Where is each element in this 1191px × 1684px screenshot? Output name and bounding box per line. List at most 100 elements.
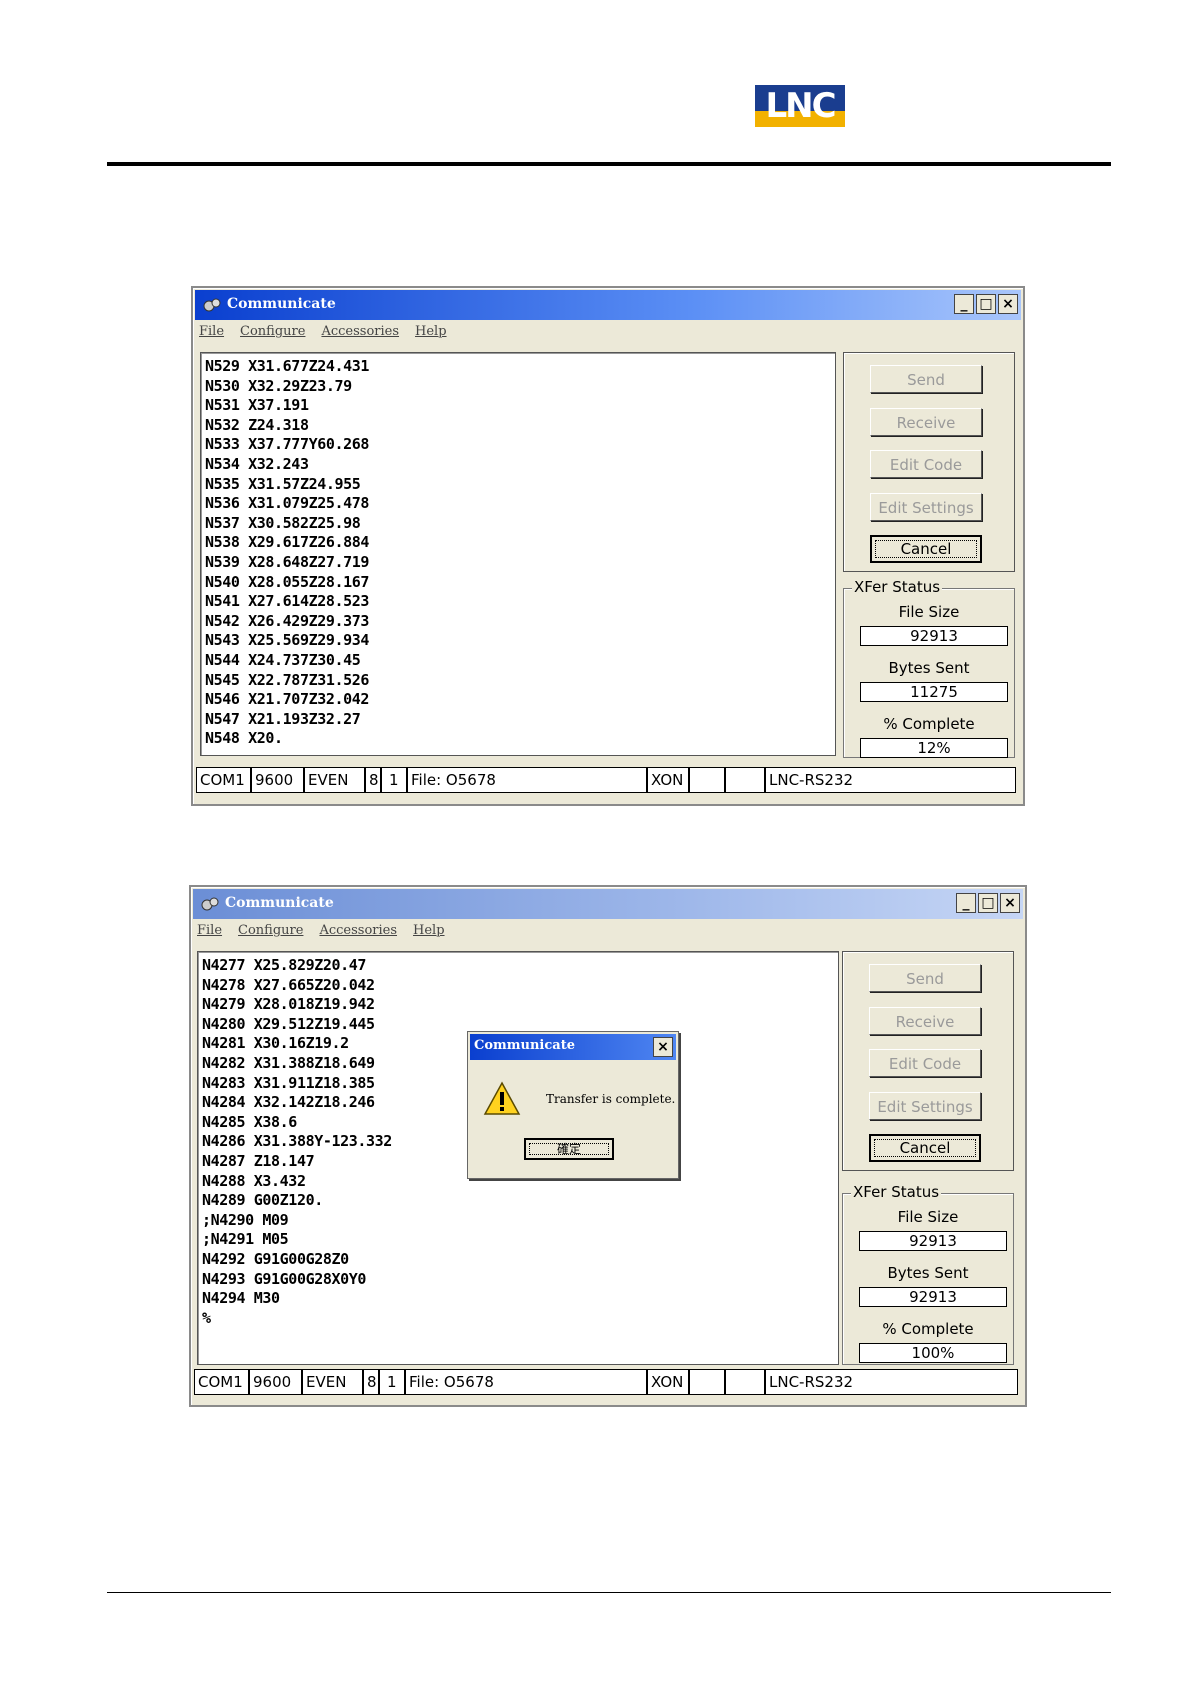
- code-line: N536 X31.079Z25.478: [205, 494, 369, 513]
- code-line: N546 X21.707Z32.042: [205, 690, 369, 709]
- menu-configure[interactable]: Configure: [238, 923, 303, 943]
- code-line: N542 X26.429Z29.373: [205, 611, 369, 630]
- code-line: N4293 G91G00G28X0Y0: [202, 1269, 366, 1288]
- status-empty-2: [726, 1370, 766, 1394]
- code-line: N529 X31.677Z24.431: [205, 357, 369, 375]
- code-line: N4292 G91G00G28Z0: [202, 1249, 349, 1268]
- status-port: COM1: [197, 768, 252, 792]
- edit-code-button[interactable]: Edit Code: [869, 1049, 981, 1077]
- close-icon[interactable]: ×: [653, 1037, 673, 1057]
- file-size-label: File Size: [898, 603, 960, 621]
- status-bar: COM1 9600 EVEN 8 1 File: O5678 XON LNC-R…: [194, 1369, 1018, 1395]
- code-line: N545 X22.787Z31.526: [205, 670, 369, 689]
- window-title: Communicate: [227, 296, 336, 312]
- xfer-status-group: XFer Status File Size 92913 Bytes Sent 9…: [842, 1183, 1014, 1365]
- percent-complete-label: % Complete: [882, 1320, 974, 1338]
- action-panel: Send Receive Edit Code Edit Settings Can…: [843, 352, 1015, 572]
- status-stop-bits: 1: [382, 768, 408, 792]
- menu-bar: File Configure Accessories Help: [199, 324, 447, 344]
- xfer-status-group: XFer Status File Size 92913 Bytes Sent 1…: [843, 578, 1015, 758]
- ok-button[interactable]: 確定: [524, 1138, 614, 1160]
- lnc-logo: LNC: [755, 85, 845, 127]
- status-parity: EVEN: [303, 1370, 364, 1394]
- status-flow: XON: [648, 1370, 690, 1394]
- send-button[interactable]: Send: [869, 964, 981, 992]
- nc-code-view[interactable]: N529 X31.677Z24.431 N530 X32.29Z23.79 N531…: [200, 352, 836, 756]
- close-icon[interactable]: ×: [998, 294, 1018, 314]
- percent-complete-value: 100%: [859, 1343, 1007, 1363]
- menu-configure[interactable]: Configure: [240, 324, 305, 344]
- dialog-title: Communicate: [474, 1038, 575, 1053]
- status-protocol: LNC-RS232: [769, 1373, 854, 1391]
- status-empty-1: [690, 1370, 726, 1394]
- menu-file[interactable]: File: [199, 324, 224, 344]
- status-empty-2: [726, 768, 766, 792]
- close-icon[interactable]: ×: [1000, 893, 1020, 913]
- code-line: N4294 M30: [202, 1289, 280, 1308]
- menu-help[interactable]: Help: [413, 923, 445, 943]
- file-size-label: File Size: [897, 1208, 959, 1226]
- cancel-button[interactable]: Cancel: [870, 535, 982, 563]
- status-data-bits: 8: [364, 1370, 380, 1394]
- code-line: N532 Z24.318: [205, 415, 309, 434]
- bytes-sent-label: Bytes Sent: [888, 659, 970, 677]
- app-icon: [201, 897, 219, 911]
- edit-settings-button[interactable]: Edit Settings: [869, 1092, 981, 1120]
- menu-file[interactable]: File: [197, 923, 222, 943]
- warning-icon: [483, 1081, 521, 1115]
- maximize-icon[interactable]: □: [978, 893, 998, 913]
- code-line: N530 X32.29Z23.79: [205, 376, 352, 395]
- code-line: N535 X31.57Z24.955: [205, 474, 361, 493]
- status-port: COM1: [195, 1370, 250, 1394]
- minimize-icon[interactable]: _: [954, 294, 974, 314]
- bytes-sent-value: 92913: [859, 1287, 1007, 1307]
- dialog-title-bar[interactable]: Communicate ×: [470, 1034, 676, 1060]
- code-line: N533 X37.777Y60.268: [205, 435, 369, 454]
- code-line: ;N4290 M09: [202, 1210, 289, 1229]
- minimize-icon[interactable]: _: [956, 893, 976, 913]
- xfer-status-legend: XFer Status: [852, 578, 943, 596]
- status-baud: 9600: [250, 1370, 303, 1394]
- bytes-sent-label: Bytes Sent: [887, 1264, 969, 1282]
- code-line: N537 X30.582Z25.98: [205, 513, 361, 532]
- status-data-bits: 8: [366, 768, 382, 792]
- code-line: N4278 X27.665Z20.042: [202, 975, 375, 994]
- code-line: N4277 X25.829Z20.47: [202, 956, 366, 974]
- status-empty-1: [690, 768, 726, 792]
- percent-complete-label: % Complete: [883, 715, 975, 733]
- header-rule: [107, 162, 1111, 166]
- menu-accessories[interactable]: Accessories: [321, 324, 399, 344]
- code-line: N540 X28.055Z28.167: [205, 572, 369, 591]
- menu-bar: File Configure Accessories Help: [197, 923, 445, 943]
- status-parity: EVEN: [305, 768, 366, 792]
- edit-code-button[interactable]: Edit Code: [870, 450, 982, 478]
- status-file: File: O5678: [406, 1370, 648, 1394]
- receive-button[interactable]: Receive: [870, 408, 982, 436]
- send-button[interactable]: Send: [870, 365, 982, 393]
- file-size-value: 92913: [859, 1231, 1007, 1251]
- footer-rule: [107, 1592, 1111, 1593]
- title-bar[interactable]: Communicate _ □ ×: [193, 889, 1023, 919]
- status-baud: 9600: [252, 768, 305, 792]
- communicate-window-sending: Communicate _ □ × File Configure Accesso…: [191, 286, 1025, 806]
- percent-complete-value: 12%: [860, 738, 1008, 758]
- edit-settings-button[interactable]: Edit Settings: [870, 493, 982, 521]
- dialog-message: Transfer is complete.: [546, 1092, 676, 1106]
- status-bar: COM1 9600 EVEN 8 1 File: O5678 XON LNC-R…: [196, 767, 1016, 793]
- code-line: N548 X20.: [205, 729, 283, 748]
- xfer-status-legend: XFer Status: [851, 1183, 942, 1201]
- status-file: File: O5678: [408, 768, 648, 792]
- maximize-icon[interactable]: □: [976, 294, 996, 314]
- receive-button[interactable]: Receive: [869, 1007, 981, 1035]
- menu-help[interactable]: Help: [415, 324, 447, 344]
- menu-accessories[interactable]: Accessories: [319, 923, 397, 943]
- status-flow: XON: [648, 768, 690, 792]
- code-line: N4279 X28.018Z19.942: [202, 995, 375, 1014]
- cancel-button[interactable]: Cancel: [869, 1134, 981, 1162]
- title-bar[interactable]: Communicate _ □ ×: [195, 290, 1021, 320]
- code-line: N541 X27.614Z28.523: [205, 592, 369, 611]
- code-line: N543 X25.569Z29.934: [205, 631, 369, 650]
- code-line: %: [202, 1308, 211, 1327]
- file-size-value: 92913: [860, 626, 1008, 646]
- transfer-complete-dialog: Communicate × Transfer is complete. 確定: [467, 1031, 679, 1179]
